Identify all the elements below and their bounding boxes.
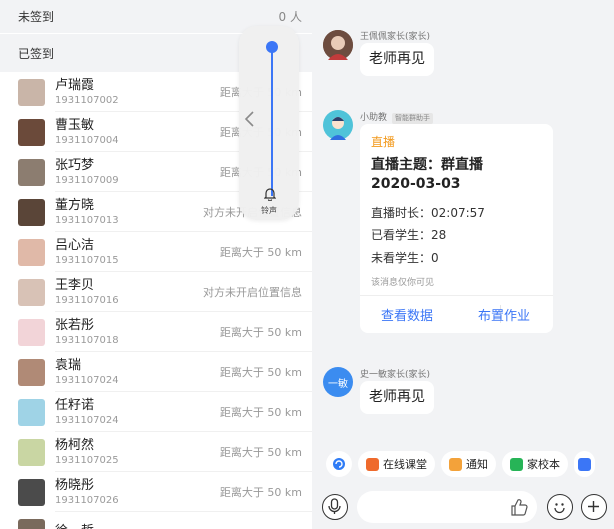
checklist-button[interactable] [574,451,595,477]
student-id: 1931107018 [55,334,119,346]
student-name: 杨晓彤 [55,477,95,493]
signed-label: 已签到 [18,46,55,61]
student-id: 1931107013 [55,214,119,226]
student-id: 1931107016 [55,294,119,306]
student-name: 任籽诺 [55,397,95,413]
student-distance: 距离大于 50 km [219,406,302,419]
volume-panel[interactable]: 铃声 [239,26,299,220]
unsigned-count: 0 人 [278,10,302,24]
live-duration: 直播时长：02:07:57 [371,206,485,220]
online-class-icon [366,457,379,471]
student-name: 卢瑞霞 [55,77,95,93]
volume-slider-knob[interactable] [266,41,278,53]
student-id: 1931107002 [55,94,119,106]
unsigned-label: 未签到 [18,10,55,24]
student-avatar [18,438,45,466]
assign-homework-button[interactable]: 布置作业 [478,305,530,324]
student-id: 1931107009 [55,174,119,186]
watched-count: 已看学生：28 [371,228,447,242]
student-row[interactable]: 袁瑞 1931107024 距离大于 50 km [0,352,312,392]
student-name: 吕心洁 [55,237,95,253]
student-avatar [18,78,45,106]
refresh-icon[interactable] [326,451,352,477]
student-name: 董方晓 [55,197,95,213]
student-name: 王李贝 [55,277,95,293]
homework-book-button[interactable]: 家校本 [502,451,568,477]
view-data-button[interactable]: 查看数据 [381,305,433,324]
student-row[interactable]: 张若彤 1931107018 距离大于 50 km [0,312,312,352]
student-row[interactable]: 王李贝 1931107016 对方未开启位置信息 [0,272,312,312]
volume-label: 铃声 [261,206,277,215]
student-name: 张若彤 [55,317,95,333]
volume-slider-track[interactable] [271,46,273,196]
student-id: 1931107024 [55,374,119,386]
student-id: 1931107026 [55,494,119,506]
student-name: 徐一哲 [55,524,94,529]
message-sender: 史一敏家长(家长) [360,370,431,380]
avatar[interactable] [323,30,353,60]
student-avatar [18,238,45,266]
student-distance: 距离大于 50 km [219,446,302,459]
student-name: 曹玉敏 [55,117,95,133]
input-bar [316,486,614,529]
student-avatar [18,518,45,529]
student-avatar [18,398,45,426]
assistant-avatar[interactable] [323,110,353,140]
student-avatar [18,198,45,226]
student-distance: 对方未开启位置信息 [203,286,302,299]
student-avatar [18,318,45,346]
message-bubble[interactable]: 老师再见 [360,43,434,76]
student-id: 1931107024 [55,414,119,426]
card-title: 直播主题：群直播 2020-03-03 [371,157,483,192]
assistant-badge: 智能群助手 [392,113,434,124]
live-tag: 直播 [371,135,396,149]
megaphone-icon [449,457,462,471]
student-distance: 距离大于 50 km [219,486,302,499]
quick-actions-bar: 在线课堂 通知 家校本 [316,447,614,481]
card-divider [360,295,553,296]
bell-icon [263,186,277,205]
student-avatar [18,158,45,186]
student-avatar [18,278,45,306]
student-row[interactable]: 杨晓彤 1931107026 距离大于 50 km [0,472,312,512]
checklist-icon [578,457,591,471]
student-row[interactable]: 任籽诺 1931107024 距离大于 50 km [0,392,312,432]
book-icon [510,457,523,471]
student-row[interactable]: 杨柯然 1931107025 距离大于 50 km [0,432,312,472]
not-watched-count: 未看学生：0 [371,251,439,265]
student-name: 张巧梦 [55,157,95,173]
avatar[interactable]: 一敏 [323,367,353,397]
student-distance: 距离大于 50 km [219,246,302,259]
microphone-icon[interactable] [322,494,348,520]
student-name: 袁瑞 [55,357,82,373]
visibility-note: 该消息仅你可见 [371,278,435,288]
online-class-button[interactable]: 在线课堂 [358,451,435,477]
student-avatar [18,118,45,146]
plus-icon[interactable] [581,494,607,520]
student-row[interactable]: 徐一哲 [0,512,312,529]
attendance-panel: 未签到 0 人 已签到 卢瑞霞1931107002距离大于 50 km曹玉敏19… [0,0,312,529]
student-distance: 距离大于 50 km [219,326,302,339]
message-sender: 小助教 智能群助手 [360,110,434,124]
chevron-left-icon[interactable] [243,110,257,132]
student-avatar [18,358,45,386]
student-row[interactable]: 吕心洁 1931107015 距离大于 50 km [0,232,312,272]
live-summary-card[interactable]: 直播 直播主题：群直播 2020-03-03 直播时长：02:07:57 已看学… [360,124,553,333]
screen: 未签到 0 人 已签到 卢瑞霞1931107002距离大于 50 km曹玉敏19… [0,0,614,529]
message-sender: 王佩佩家长(家长) [360,32,431,42]
student-name: 杨柯然 [55,437,95,453]
student-id: 1931107004 [55,134,119,146]
chat-panel: 王佩佩家长(家长) 老师再见 小助教 智能群助手 直播 直播主题：群直播 2020… [316,0,614,529]
student-avatar [18,478,45,506]
message-bubble[interactable]: 老师再见 [360,381,434,414]
student-id: 1931107015 [55,254,119,266]
student-id: 1931107025 [55,454,119,466]
emoji-icon[interactable] [547,494,573,520]
notice-button[interactable]: 通知 [441,451,496,477]
student-distance: 距离大于 50 km [219,366,302,379]
thumbs-up-icon[interactable] [509,497,529,521]
